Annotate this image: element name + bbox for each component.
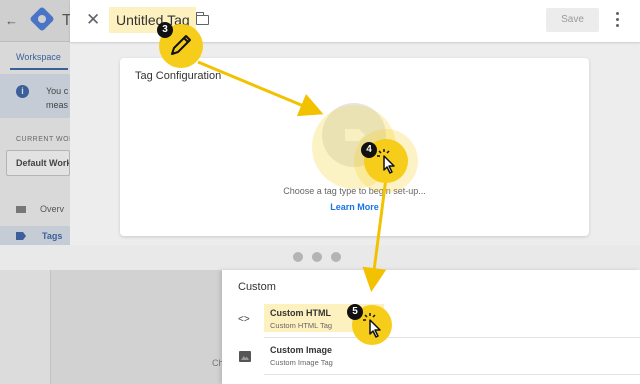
close-icon[interactable]: ✕	[86, 11, 100, 28]
tag-type-picker: Custom <> Custom HTML Custom HTML Tag Cu…	[222, 270, 640, 384]
save-button[interactable]: Save	[546, 8, 599, 32]
list-item-subtitle: Custom Image Tag	[270, 358, 333, 367]
card-title: Tag Configuration	[135, 70, 222, 82]
divider	[264, 337, 640, 338]
info-icon: i	[16, 85, 29, 98]
picker-section-heading: Custom	[238, 281, 276, 293]
workspace-selector[interactable]: Default Work	[6, 150, 70, 176]
background-lower-left: Ch	[0, 270, 224, 384]
tag-icon	[16, 232, 26, 240]
step-badge: 3	[157, 22, 173, 38]
overview-icon	[16, 206, 26, 214]
step-dots	[293, 252, 353, 262]
tab-workspace[interactable]: Workspace	[16, 52, 61, 62]
sidebar-item-overview[interactable]: Overv	[16, 204, 64, 214]
list-item-title: Custom Image	[270, 345, 333, 355]
list-item-subtitle: Custom HTML Tag	[270, 321, 333, 330]
more-vert-icon[interactable]	[616, 12, 620, 29]
list-item-custom-html[interactable]: <> Custom HTML Custom HTML Tag	[222, 304, 640, 338]
learn-more-link[interactable]: Learn More	[120, 202, 589, 212]
list-item-custom-image[interactable]: Custom Image Custom Image Tag	[222, 341, 640, 375]
tab-indicator	[10, 68, 68, 70]
gtm-logo-icon	[29, 6, 55, 32]
back-arrow-icon[interactable]: ←	[5, 13, 18, 28]
background-column	[50, 270, 222, 384]
code-icon: <>	[238, 314, 250, 325]
divider	[264, 374, 640, 375]
step-badge: 4	[361, 142, 377, 158]
sidebar-item-label: Tags	[42, 231, 63, 241]
sidebar-item-tags[interactable]: Tags	[0, 226, 70, 245]
info-banner-text: You c meas	[46, 86, 68, 110]
background-topbar: ← T	[0, 0, 72, 42]
list-item-title: Custom HTML	[270, 308, 331, 318]
editor-header: ✕ Untitled Tag Save	[70, 0, 640, 42]
sidebar-item-label: Overv	[40, 204, 65, 214]
step-badge: 5	[347, 304, 363, 320]
image-icon	[239, 351, 251, 362]
